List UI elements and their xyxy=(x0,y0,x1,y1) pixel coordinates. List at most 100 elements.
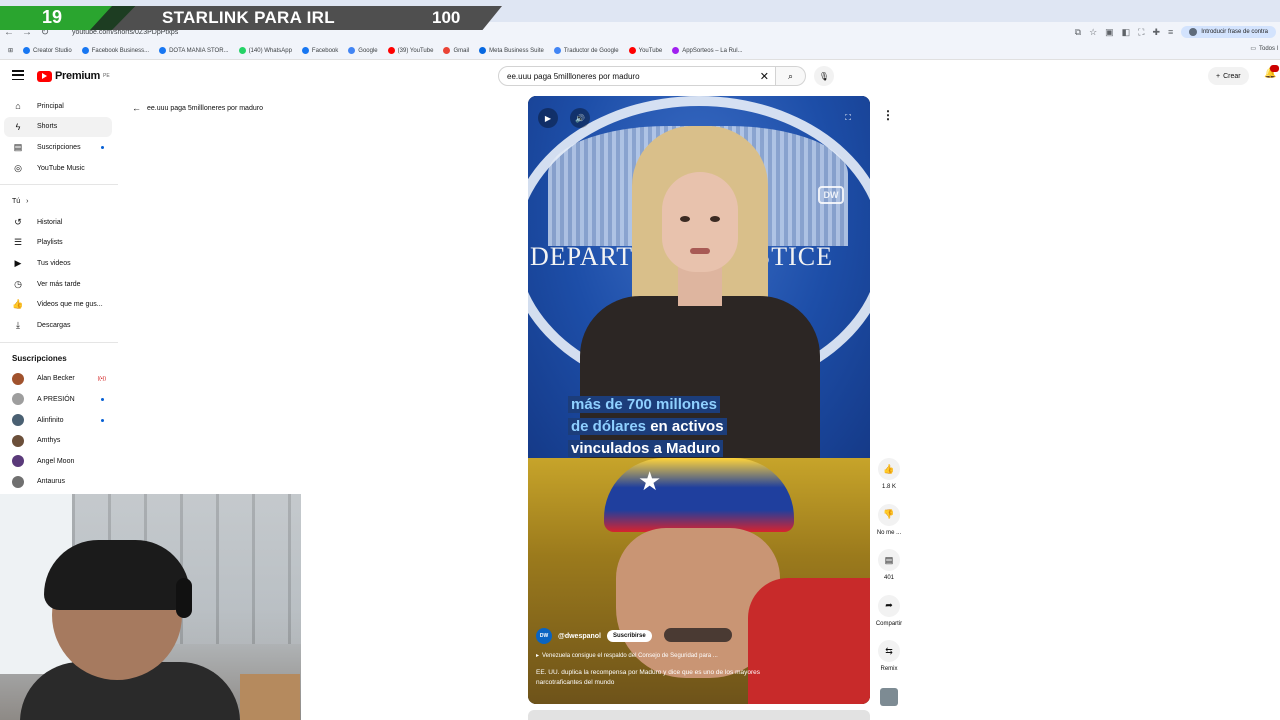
all-bookmarks[interactable]: ▭ Todos l xyxy=(1246,45,1278,52)
clear-search-icon[interactable]: ✕ xyxy=(760,70,769,83)
share-label: Compartir xyxy=(875,620,903,627)
bookmark-item[interactable]: Facebook xyxy=(301,47,338,54)
sidebar-subscription-a-presion[interactable]: A PRESIÓN xyxy=(0,389,120,410)
bookmark-item[interactable]: Creator Studio xyxy=(23,47,72,54)
video-frame-bottom: ★ DW @dwespanol Suscribirse ▸ Venezuela … xyxy=(528,458,870,704)
back-to-search[interactable]: ← ee.uuu paga 5millloneres por maduro xyxy=(132,103,263,113)
search-value: ee.uuu paga 5millloneres por maduro xyxy=(507,71,640,81)
share-icon[interactable]: ➦ xyxy=(878,594,900,617)
sidebar-subscription-alinfinito[interactable]: Alinfinito xyxy=(0,410,120,431)
bookmark-star-icon[interactable]: ☆ xyxy=(1089,27,1097,38)
overlay-title: STARLINK PARA IRL xyxy=(162,8,335,27)
streamer-webcam xyxy=(0,494,301,720)
next-short-preview xyxy=(528,710,870,720)
video-caption: más de 700 millones de dólares en activo… xyxy=(568,394,727,460)
profile-chip[interactable]: Introducir frase de contra xyxy=(1181,26,1276,38)
bookmark-item[interactable]: Google xyxy=(348,47,378,54)
home-icon: ⌂ xyxy=(15,101,21,112)
reading-list-icon[interactable]: ≡ xyxy=(1168,27,1173,37)
extension-icon[interactable]: ◧ xyxy=(1122,27,1131,38)
sidebar-item-descargas[interactable]: ⤓ Descargas xyxy=(0,315,120,336)
avatar xyxy=(12,475,24,488)
fullscreen-icon[interactable]: ⛶ xyxy=(838,108,858,128)
sidebar-subscription-antaurus[interactable]: Antaurus xyxy=(0,472,120,493)
back-link-label: ee.uuu paga 5millloneres por maduro xyxy=(147,104,263,112)
playlists-icon: ☰ xyxy=(13,237,23,248)
audio-source-action[interactable] xyxy=(872,686,906,720)
bookmark-item[interactable]: YouTube xyxy=(628,47,662,54)
comment-icon[interactable]: ▤ xyxy=(878,549,900,571)
liked-icon: 👍 xyxy=(12,299,24,310)
comments-action[interactable]: ▤ 401 xyxy=(872,549,906,595)
bookmark-item[interactable]: Traductor de Google xyxy=(553,47,619,54)
live-icon: ((•)) xyxy=(97,375,106,382)
avatar xyxy=(12,455,24,468)
bookmark-item[interactable]: Facebook Business... xyxy=(81,47,149,54)
create-button[interactable]: + Crear xyxy=(1208,67,1249,85)
thumbs-up-icon[interactable]: 👍 xyxy=(878,458,900,480)
overlay-left-number: 19 xyxy=(42,7,63,27)
arrow-left-icon: ← xyxy=(132,103,141,113)
new-content-dot xyxy=(101,398,104,402)
like-count: 1.8 K xyxy=(881,484,896,490)
sidebar-divider xyxy=(0,341,118,343)
sidebar-subscription-angel-moon[interactable]: Angel Moon xyxy=(0,451,120,472)
microphone-icon: 🎙 xyxy=(818,71,830,81)
shorts-action-rail: 👍 1.8 K 👎 No me ... ▤ 401 ➦ Compartir ⇆ … xyxy=(872,458,906,720)
sidebar-item-tus-videos[interactable]: ▶ Tus videos xyxy=(0,253,120,274)
bookmark-item[interactable]: AppSorteos – La Rul... xyxy=(672,47,743,54)
search-button[interactable]: ⌕ xyxy=(776,66,806,86)
remix-action[interactable]: ⇆ Remix xyxy=(872,640,906,686)
thumbs-down-icon[interactable]: 👎 xyxy=(878,503,900,526)
shorts-video-player[interactable]: DEPART USTICE DW más de 700 millones de … xyxy=(528,96,870,704)
search-icon: ⌕ xyxy=(787,70,794,81)
share-action[interactable]: ➦ Compartir xyxy=(872,594,906,641)
avatar xyxy=(12,372,24,385)
youtube-masthead: Premium PE ee.uuu paga 5millloneres por … xyxy=(0,60,1280,94)
sidebar-subscription-amthys[interactable]: Amthys xyxy=(0,430,120,451)
extensions-puzzle-icon[interactable]: ✚ xyxy=(1152,27,1160,38)
channel-avatar[interactable]: DW xyxy=(536,628,552,644)
sidebar-item-liked-videos[interactable]: 👍 Videos que me gus... xyxy=(0,294,120,315)
apps-grid-icon[interactable]: ⊞ xyxy=(8,47,13,54)
linked-video[interactable]: ▸ Venezuela consigue el respaldo del Con… xyxy=(536,652,718,660)
dislike-action[interactable]: 👎 No me ... xyxy=(872,503,906,550)
like-action[interactable]: 👍 1.8 K xyxy=(872,458,906,504)
sidebar-item-youtube-music[interactable]: ◎ YouTube Music xyxy=(0,158,120,179)
more-options-icon[interactable]: ⋮ xyxy=(882,108,894,122)
remix-icon[interactable]: ⇆ xyxy=(878,640,900,662)
bookmark-item[interactable]: Gmail xyxy=(443,47,469,54)
audio-thumbnail[interactable] xyxy=(880,687,898,706)
sidebar-item-shorts[interactable]: ϟ Shorts xyxy=(4,116,112,138)
channel-row: DW @dwespanol Suscribirse xyxy=(536,628,652,644)
extension-icon[interactable]: ⛶ xyxy=(1138,27,1144,38)
sidebar-subscription-alan-becker[interactable]: Alan Becker ((•)) xyxy=(0,369,120,390)
sidebar-item-principal[interactable]: ⌂ Principal xyxy=(0,96,120,117)
youtube-logo[interactable]: Premium PE xyxy=(37,70,110,82)
channel-name[interactable]: @dwespanol xyxy=(558,633,601,640)
new-content-dot xyxy=(101,146,104,150)
volume-icon[interactable]: 🔊 xyxy=(570,108,590,128)
address-actions: ⧉ ☆ ▣ ◧ ⛶ ✚ ≡ Introducir frase de contra xyxy=(1075,26,1276,38)
sidebar-item-suscripciones[interactable]: ▤ Suscripciones xyxy=(0,137,120,158)
hamburger-menu-icon[interactable] xyxy=(12,70,24,80)
play-icon[interactable]: ▶ xyxy=(538,108,558,128)
speaker-neck xyxy=(678,266,722,306)
music-icon: ◎ xyxy=(14,162,22,173)
install-icon[interactable]: ⧉ xyxy=(1075,27,1081,38)
bookmark-item[interactable]: (39) YouTube xyxy=(387,47,433,54)
sidebar-item-ver-mas-tarde[interactable]: ◷ Ver más tarde xyxy=(0,274,120,295)
bookmark-item[interactable]: DOTA MANIA STOR... xyxy=(159,47,229,54)
video-description[interactable]: EE. UU. duplica la recompensa por Maduro… xyxy=(536,668,796,688)
sidebar-you-heading[interactable]: Tú › xyxy=(0,191,120,212)
search-input[interactable]: ee.uuu paga 5millloneres por maduro ✕ xyxy=(498,66,776,86)
sidebar-item-playlists[interactable]: ☰ Playlists xyxy=(0,233,120,254)
subscribe-button[interactable]: Suscribirse xyxy=(607,630,652,642)
watch-later-icon: ◷ xyxy=(14,278,22,289)
bookmark-item[interactable]: Meta Business Suite xyxy=(479,47,544,54)
bookmark-item[interactable]: (140) WhatsApp xyxy=(238,47,292,54)
voice-search-button[interactable]: 🎙 xyxy=(814,66,834,86)
sidebar-item-historial[interactable]: ↺ Historial xyxy=(0,212,120,233)
avatar xyxy=(12,434,24,447)
extension-icon[interactable]: ▣ xyxy=(1105,27,1114,38)
